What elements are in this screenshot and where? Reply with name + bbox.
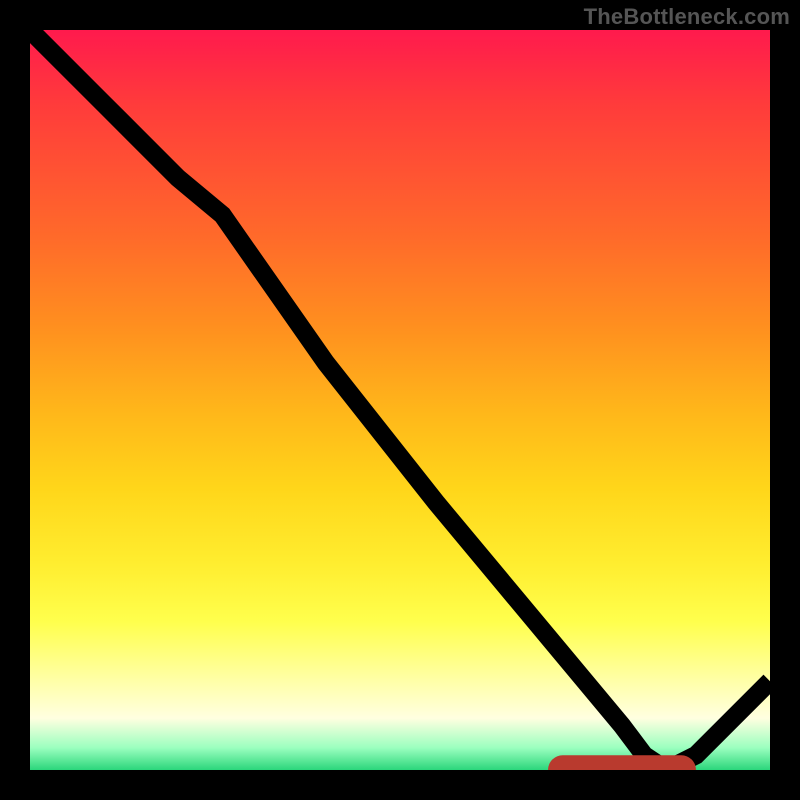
plot-area [30,30,770,770]
attribution-text: TheBottleneck.com [584,4,790,30]
chart-frame: TheBottleneck.com [0,0,800,800]
curve-line [30,30,770,770]
plot-svg [30,30,770,770]
